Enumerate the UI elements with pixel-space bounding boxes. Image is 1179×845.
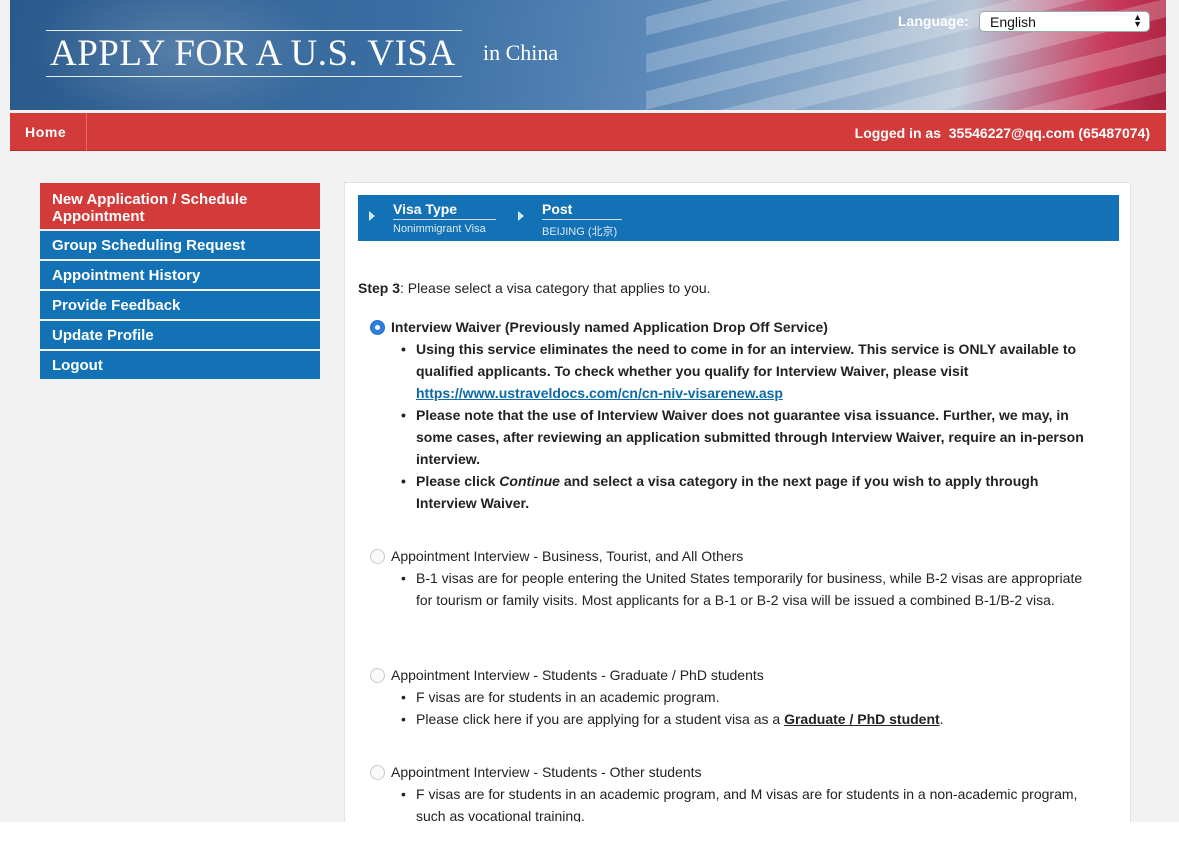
option-title: Appointment Interview - Students - Other… [391,764,702,780]
top-nav-bar: Home Logged in as 35546227@qq.com (65487… [10,113,1166,151]
main-panel: Visa Type Nonimmigrant Visa Post BEIJING… [344,182,1131,822]
list-item: F visas are for students in an academic … [401,686,1091,708]
bullet-text: Please click [416,473,500,489]
sidebar-item-new-application[interactable]: New Application / Schedule Appointment [40,183,320,229]
language-select-value: English [990,14,1036,30]
sidebar-menu: New Application / Schedule Appointment G… [40,183,320,381]
option-details: Using this service eliminates the need t… [401,338,1091,514]
window-bottom-edge [0,822,1179,845]
list-item: Please click here if you are applying fo… [401,708,1091,730]
language-label: Language: [898,13,969,29]
radio-graduate-students[interactable] [370,668,385,683]
visa-option-graduate-students: Appointment Interview - Students - Gradu… [370,664,1091,730]
continue-emphasis: Continue [499,473,560,489]
breadcrumb: Visa Type Nonimmigrant Visa Post BEIJING… [358,195,1119,241]
step-text: : Please select a visa category that app… [400,280,711,296]
bullet-text: Using this service eliminates the need t… [416,341,1077,379]
chevron-right-icon [369,211,375,221]
sidebar-item-appointment-history[interactable]: Appointment History [40,261,320,289]
list-item: Using this service eliminates the need t… [401,338,1091,404]
logged-in-status: Logged in as 35546227@qq.com (65487074) [855,125,1150,141]
bullet-text: Please click here if you are applying fo… [416,711,785,727]
radio-other-students[interactable] [370,765,385,780]
select-arrows-icon: ▲ ▼ [1133,12,1142,29]
breadcrumb-visa-type-label: Visa Type [393,201,496,220]
nav-home-link[interactable]: Home [10,113,87,151]
site-title-box: APPLY FOR A U.S. VISA [46,30,462,77]
step-number: Step 3 [358,280,401,296]
sidebar-item-group-scheduling[interactable]: Group Scheduling Request [40,231,320,259]
breadcrumb-post-value: BEIJING (北京) [542,226,618,238]
logged-in-user: 35546227@qq.com (65487074) [948,125,1150,141]
radio-business-tourist[interactable] [370,549,385,564]
sidebar-item-logout[interactable]: Logout [40,351,320,379]
list-item: Please note that the use of Interview Wa… [401,404,1091,470]
visa-option-business-tourist: Appointment Interview - Business, Touris… [370,545,1091,611]
breadcrumb-post-label: Post [542,201,622,220]
breadcrumb-visa-type: Visa Type Nonimmigrant Visa [393,201,496,235]
radio-interview-waiver[interactable] [370,320,385,335]
language-select[interactable]: English ▲ ▼ [979,11,1150,32]
renewal-info-link[interactable]: https://www.ustraveldocs.com/cn/cn-niv-v… [416,385,783,401]
list-item: F visas are for students in an academic … [401,783,1091,822]
site-banner: APPLY FOR A U.S. VISA in China Language:… [10,0,1166,110]
graduate-phd-link[interactable]: Graduate / PhD student [784,711,940,727]
option-details: F visas are for students in an academic … [401,686,1091,730]
option-title: Appointment Interview - Students - Gradu… [391,667,764,683]
visa-option-interview-waiver: Interview Waiver (Previously named Appli… [370,316,1091,514]
list-item: Please click Continue and select a visa … [401,470,1091,514]
chevron-right-icon [518,211,524,221]
option-title: Interview Waiver (Previously named Appli… [391,319,828,335]
list-item: B-1 visas are for people entering the Un… [401,567,1091,611]
step-instruction: Step 3: Please select a visa category th… [358,280,711,296]
breadcrumb-visa-type-value: Nonimmigrant Visa [393,223,486,235]
option-details: F visas are for students in an academic … [401,783,1091,822]
site-title: APPLY FOR A U.S. VISA [50,33,456,74]
breadcrumb-post: Post BEIJING (北京) [542,201,622,239]
bullet-text: . [939,711,944,727]
logged-in-label: Logged in as [854,125,941,141]
option-title: Appointment Interview - Business, Touris… [391,548,744,564]
sidebar-item-update-profile[interactable]: Update Profile [40,321,320,349]
page: APPLY FOR A U.S. VISA in China Language:… [10,0,1166,822]
visa-option-other-students: Appointment Interview - Students - Other… [370,761,1091,822]
site-country: in China [483,40,559,65]
sidebar-item-provide-feedback[interactable]: Provide Feedback [40,291,320,319]
option-details: B-1 visas are for people entering the Un… [401,567,1091,611]
